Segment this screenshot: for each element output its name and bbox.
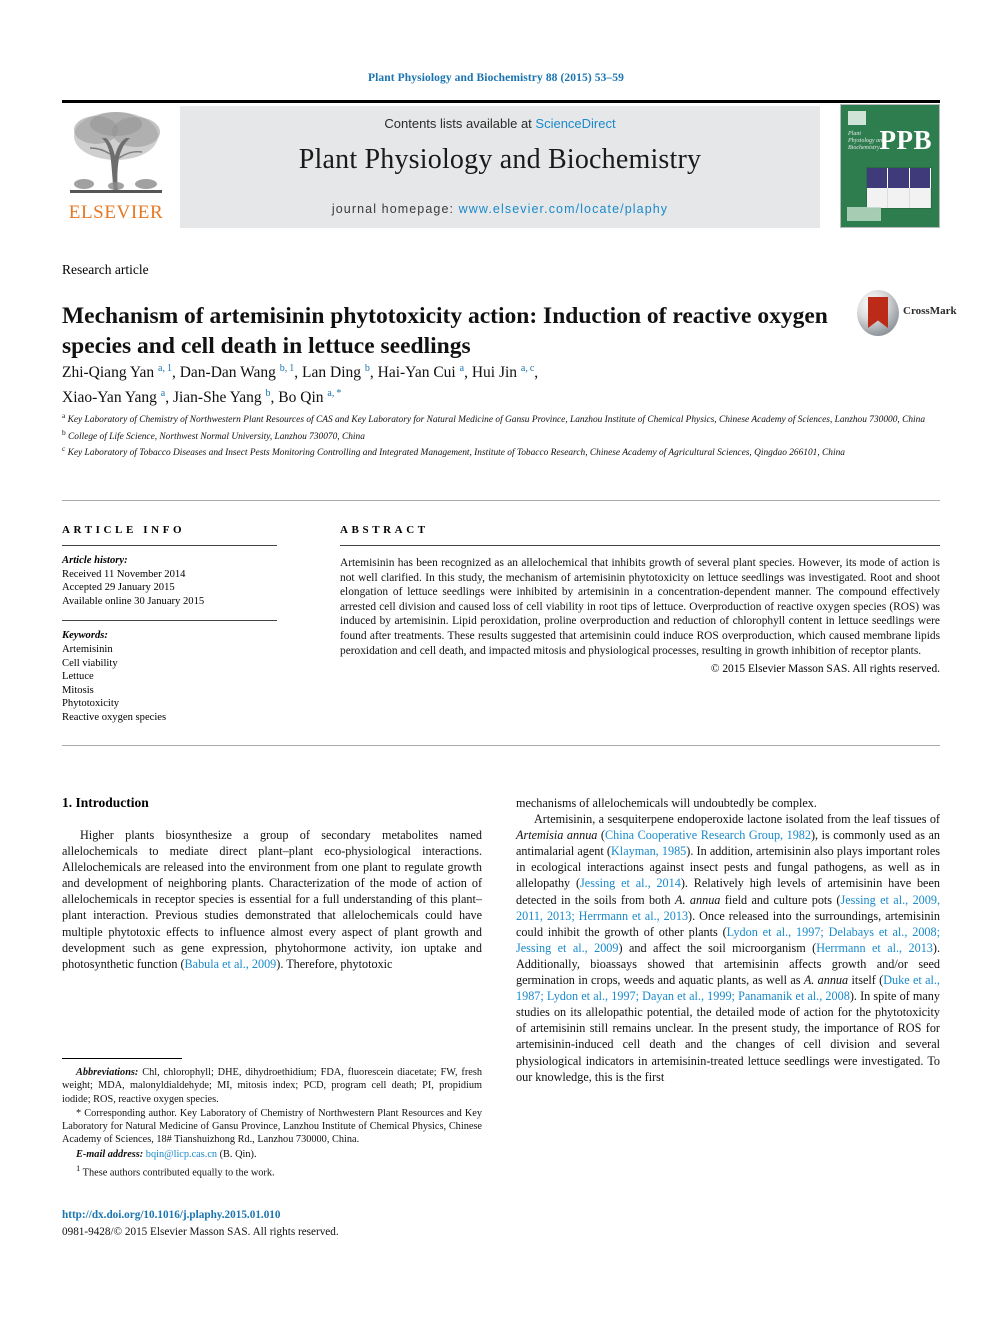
footnote-abbreviations: Abbreviations: Chl, chlorophyll; DHE, di… [62,1067,482,1105]
keyword-item: Lettuce [62,671,94,683]
abstract-copyright: © 2015 Elsevier Masson SAS. All rights r… [710,663,940,676]
elsevier-logo: ELSEVIER [62,106,170,228]
footnote-rule [62,1058,182,1059]
keyword-item: Cell viability [62,657,118,669]
footnote-email: E-mail address: bqin@licp.cas.cn (B. Qin… [76,1148,257,1160]
page-title: Mechanism of artemisinin phytotoxicity a… [62,302,828,359]
abstract-column: ABSTRACT Artemisinin has been recognized… [340,524,940,675]
keyword-item: Phytotoxicity [62,698,120,710]
author-line-2: Xiao-Yan Yang a, Jian-She Yang b, Bo Qin… [62,388,342,407]
homepage-link[interactable]: www.elsevier.com/locate/plaphy [459,202,668,216]
article-history: Article history: Received 11 November 20… [62,554,277,608]
article-type-label: Research article [62,262,149,277]
sciencedirect-band: Contents lists available at ScienceDirec… [180,106,820,228]
crossmark-label: CrossMark [903,305,957,317]
paper-page: Plant Physiology and Biochemistry 88 (20… [0,0,992,1323]
footnote-corresponding-author: * Corresponding author. Key Laboratory o… [62,1107,482,1146]
intro-paragraph-right: Artemisinin, a sesquiterpene endoperoxid… [516,812,941,1084]
elsevier-wordmark: ELSEVIER [68,202,164,223]
abstract-text: Artemisinin has been recognized as an al… [340,557,940,657]
affiliation-a: a Key Laboratory of Chemistry of Northwe… [62,411,926,426]
article-history-label: Article history: [62,555,128,566]
info-block-bottom-rule [62,745,940,746]
issn-copyright-line: 0981-9428/© 2015 Elsevier Masson SAS. Al… [62,1226,339,1238]
contents-line: Contents lists available at ScienceDirec… [180,116,820,131]
journal-title: Plant Physiology and Biochemistry [298,144,702,175]
keyword-item: Reactive oxygen species [62,711,167,723]
affiliation-c: c Key Laboratory of Tobacco Diseases and… [62,444,845,459]
crossmark-badge[interactable]: CrossMark [857,290,957,336]
abstract-heading: ABSTRACT [340,524,429,536]
keyword-item: Artemisinin [62,643,113,655]
keyword-item: Mitosis [62,684,94,696]
sciencedirect-link[interactable]: ScienceDirect [535,116,615,131]
history-online: Available online 30 January 2015 [62,595,205,607]
cover-elsevier-mark-icon [848,111,866,125]
article-info-rule [62,545,277,546]
journal-homepage-line: journal homepage: www.elsevier.com/locat… [180,202,820,216]
affiliation-list: a Key Laboratory of Chemistry of Northwe… [62,410,940,460]
info-block-top-rule [62,500,940,501]
affiliation-b: b College of Life Science, Northwest Nor… [62,427,365,442]
intro-paragraph-right-continued: mechanisms of allelochemicals will undou… [516,796,817,810]
elsevier-tree-icon [66,108,166,200]
running-head: Plant Physiology and Biochemistry 88 (20… [368,72,624,84]
history-accepted: Accepted 29 January 2015 [62,582,175,594]
cover-figure-grid [866,167,932,209]
body-column-right: mechanisms of allelochemicals will undou… [516,795,940,1085]
intro-paragraph-left: Higher plants biosynthesize a group of s… [62,828,482,971]
footnote-block: Abbreviations: Chl, chlorophyll; DHE, di… [62,1058,482,1181]
masthead-top-rule [62,100,940,103]
doi-link[interactable]: http://dx.doi.org/10.1016/j.plaphy.2015.… [62,1209,281,1221]
cover-ppb-letters: PPB [879,125,932,155]
history-received: Received 11 November 2014 [62,568,186,580]
homepage-label: journal homepage: [331,202,459,216]
abstract-rule [340,545,940,546]
author-line-1: Zhi-Qiang Yan a, 1, Dan-Dan Wang b, 1, L… [62,363,539,382]
body-column-left: 1. Introduction Higher plants biosynthes… [62,795,482,972]
contents-label: Contents lists available at [384,116,536,131]
keywords-label: Keywords: [62,630,108,642]
keywords-rule [62,620,277,622]
journal-cover-thumbnail: Plant Physiology and Biochemistry PPB [840,104,940,228]
journal-masthead: ELSEVIER Contents lists available at Sci… [62,100,940,232]
section-heading-introduction: 1. Introduction [62,795,149,810]
article-info-heading: ARTICLE INFO [62,524,186,536]
keywords-list: Keywords: Artemisinin Cell viability Let… [62,629,277,724]
author-list: Zhi-Qiang Yan a, 1, Dan-Dan Wang b, 1, L… [62,358,862,408]
footnote-equal-contribution: 1 These authors contributed equally to t… [76,1163,275,1179]
article-info-column: ARTICLE INFO Article history: Received 1… [62,524,277,725]
cover-society-logo-icon [847,207,881,221]
